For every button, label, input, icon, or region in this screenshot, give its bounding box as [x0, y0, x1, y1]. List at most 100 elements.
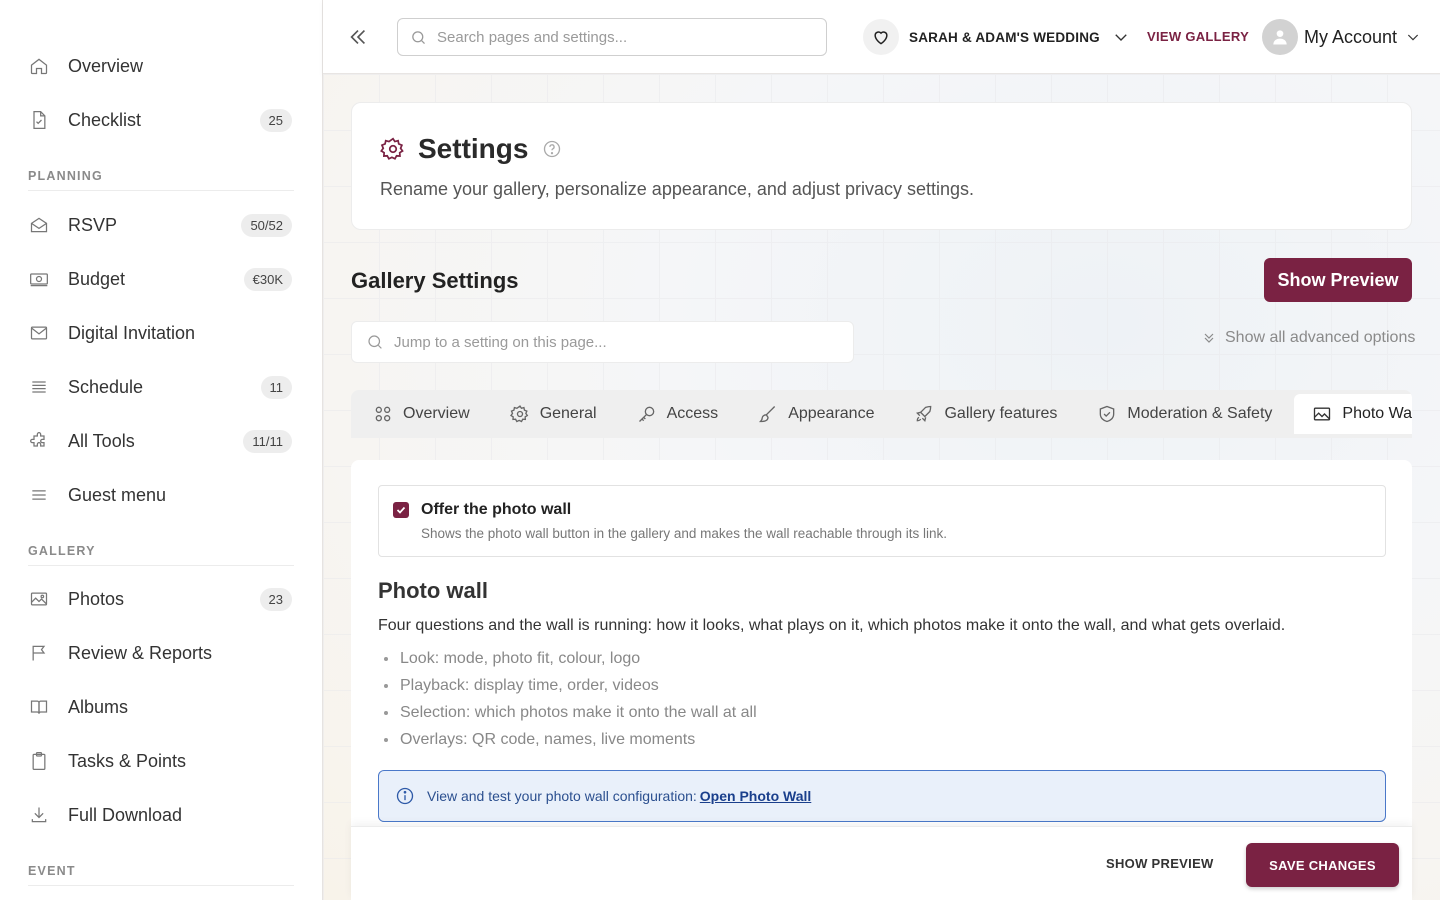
offer-photo-wall-label: Offer the photo wall	[421, 501, 572, 518]
photo-wall-heading: Photo wall	[378, 578, 488, 603]
offer-photo-wall-description: Shows the photo wall button in the galle…	[421, 526, 948, 541]
flag-icon	[28, 642, 50, 664]
sidebar-item-guest-menu[interactable]: Guest menu	[28, 475, 292, 515]
collapse-sidebar-button[interactable]	[343, 22, 373, 52]
envelope-open-icon	[28, 214, 50, 236]
sidebar-item-photos[interactable]: Photos 23	[28, 579, 292, 619]
list-icon	[28, 376, 50, 398]
account-menu[interactable]: My Account	[1262, 18, 1421, 56]
sidebar-item-label: Full Download	[68, 804, 183, 825]
sidebar-item-label: Checklist	[68, 109, 142, 130]
double-chevron-down-icon	[1201, 330, 1217, 346]
info-text: View and test your photo wall configurat…	[427, 788, 697, 804]
download-icon	[28, 804, 50, 826]
shield-check-icon	[1097, 404, 1117, 424]
offer-photo-wall-option: Offer the photo wall Shows the photo wal…	[378, 485, 1386, 557]
section-heading-gallery: GALLERY	[28, 544, 294, 566]
save-changes-button[interactable]: SAVE CHANGES	[1246, 843, 1399, 887]
sidebar-item-albums[interactable]: Albums	[28, 687, 292, 727]
book-icon	[28, 696, 50, 718]
image-icon	[28, 588, 50, 610]
home-icon	[28, 55, 50, 77]
heart-icon	[863, 19, 899, 55]
tab-moderation-safety[interactable]: Moderation & Safety	[1097, 394, 1272, 434]
sidebar-item-all-tools[interactable]: All Tools 11/11	[28, 421, 292, 461]
checklist-icon	[28, 109, 50, 131]
tab-label: General	[539, 405, 597, 422]
show-preview-button[interactable]: Show Preview	[1264, 258, 1412, 302]
count-badge: 11/11	[243, 429, 292, 453]
sidebar-item-label: Photos	[68, 588, 125, 609]
list-item: Look: mode, photo fit, colour, logo	[378, 645, 757, 672]
jump-to-setting-input[interactable]	[394, 333, 834, 351]
gear-icon	[509, 404, 530, 424]
event-selector[interactable]: SARAH & ADAM'S WEDDING	[863, 18, 1130, 56]
double-chevron-left-icon	[347, 26, 369, 48]
tab-label: Moderation & Safety	[1127, 405, 1273, 422]
menu-icon	[28, 484, 50, 506]
sidebar-item-label: Budget	[68, 268, 126, 289]
sidebar-item-tasks-points[interactable]: Tasks & Points	[28, 741, 292, 781]
sidebar-item-budget[interactable]: Budget €30K	[28, 259, 292, 299]
page-subtitle: Rename your gallery, personalize appeara…	[380, 179, 974, 199]
photo-wall-bullets: Look: mode, photo fit, colour, logo Play…	[378, 645, 757, 753]
mail-icon	[28, 322, 50, 344]
help-icon[interactable]	[542, 139, 562, 159]
event-name: SARAH & ADAM'S WEDDING	[909, 29, 1100, 45]
sidebar-item-rsvp[interactable]: RSVP 50/52	[28, 205, 292, 245]
jump-to-setting-search[interactable]	[351, 321, 854, 363]
gear-icon	[380, 136, 406, 162]
sidebar-item-schedule[interactable]: Schedule 11	[28, 367, 292, 407]
check-icon	[395, 504, 407, 516]
offer-photo-wall-checkbox[interactable]	[393, 502, 409, 518]
sidebar-item-digital-invitation[interactable]: Digital Invitation	[28, 313, 292, 353]
grid-icon	[373, 404, 393, 424]
sidebar-item-review-reports[interactable]: Review & Reports	[28, 633, 292, 673]
list-item: Selection: which photos make it onto the…	[378, 699, 757, 726]
section-heading-planning: PLANNING	[28, 169, 294, 191]
section-heading-event: EVENT	[28, 864, 294, 886]
view-gallery-link[interactable]: VIEW GALLERY	[1147, 29, 1249, 44]
global-search-input[interactable]	[437, 28, 797, 46]
brush-icon	[758, 404, 778, 424]
chevron-down-icon	[1405, 29, 1421, 45]
sidebar-item-label: Digital Invitation	[68, 322, 196, 343]
avatar	[1262, 19, 1298, 55]
photo-wall-description: Four questions and the wall is running: …	[378, 617, 1286, 634]
show-advanced-options-toggle[interactable]: Show all advanced options	[1201, 329, 1415, 347]
tab-gallery-features[interactable]: Gallery features	[914, 394, 1057, 434]
footer-show-preview-button[interactable]: SHOW PREVIEW	[1106, 856, 1214, 871]
tab-label: Appearance	[788, 405, 875, 422]
global-search[interactable]	[397, 18, 827, 56]
sidebar-item-label: All Tools	[68, 430, 135, 451]
list-item: Playback: display time, order, videos	[378, 672, 757, 699]
sidebar-item-checklist[interactable]: Checklist 25	[28, 100, 292, 140]
sidebar-item-overview[interactable]: Overview	[28, 46, 292, 86]
tab-photo-wall[interactable]: Photo Wall	[1294, 394, 1412, 434]
key-icon	[637, 404, 657, 424]
sidebar: Overview Checklist 25 PLANNING RSVP 50/5…	[0, 0, 323, 900]
search-icon	[366, 333, 384, 351]
count-badge: 25	[259, 108, 292, 132]
tab-appearance[interactable]: Appearance	[758, 394, 874, 434]
topbar: SARAH & ADAM'S WEDDING VIEW GALLERY My A…	[323, 0, 1440, 74]
count-badge: 50/52	[241, 213, 292, 237]
open-photo-wall-link[interactable]: Open Photo Wall	[700, 788, 811, 804]
gallery-settings-title: Gallery Settings	[351, 268, 519, 293]
settings-tabs: Overview General Access Appearance Galle…	[351, 390, 1412, 438]
image-icon	[1312, 404, 1332, 424]
count-badge: €30K	[243, 267, 292, 291]
sidebar-item-label: Albums	[68, 696, 129, 717]
rocket-icon	[914, 404, 934, 424]
sidebar-item-label: Review & Reports	[68, 642, 213, 663]
sidebar-item-full-download[interactable]: Full Download	[28, 795, 292, 835]
tab-general[interactable]: General	[509, 394, 597, 434]
sidebar-item-label: Guest menu	[68, 484, 167, 505]
tab-access[interactable]: Access	[637, 394, 718, 434]
count-badge: 23	[259, 587, 292, 611]
account-label: My Account	[1304, 26, 1398, 47]
action-footer: SHOW PREVIEW SAVE CHANGES	[351, 826, 1412, 900]
user-icon	[1270, 27, 1290, 47]
tab-overview[interactable]: Overview	[373, 394, 470, 434]
advanced-options-label: Show all advanced options	[1225, 329, 1416, 346]
